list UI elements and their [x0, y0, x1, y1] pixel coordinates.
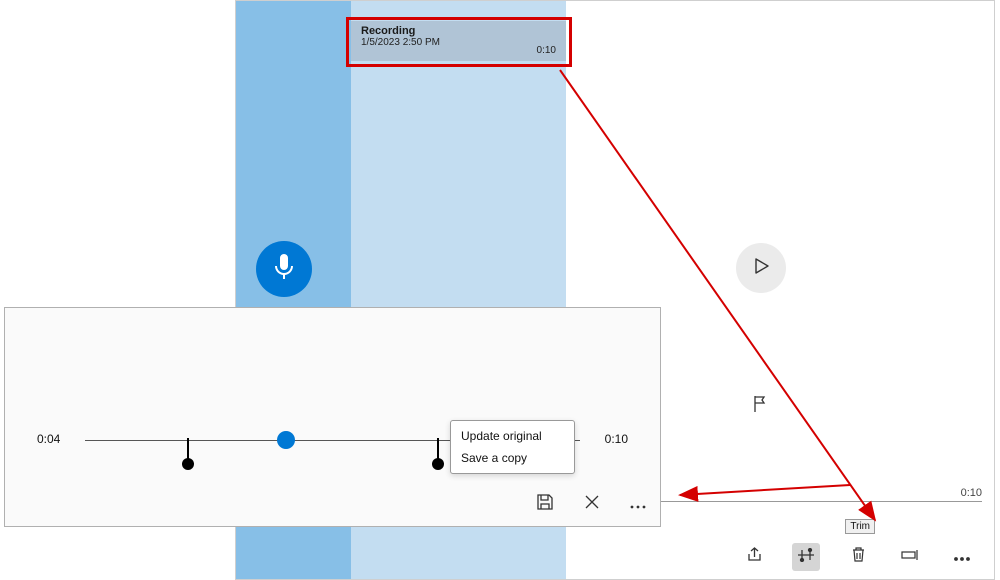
trim-button[interactable]	[792, 543, 820, 571]
trash-icon	[851, 546, 866, 568]
save-menu: Update original Save a copy	[450, 420, 575, 474]
trim-playhead[interactable]	[277, 431, 295, 449]
annotation-highlight-box	[346, 17, 572, 67]
trim-start-time: 0:04	[37, 432, 60, 446]
trim-editor-window: 0:04 0:10 Update original Save a copy	[4, 307, 661, 527]
share-button[interactable]	[740, 543, 768, 571]
close-icon	[584, 497, 600, 514]
playback-toolbar	[236, 535, 994, 579]
delete-button[interactable]	[844, 543, 872, 571]
menu-update-original[interactable]: Update original	[451, 425, 574, 447]
microphone-icon	[273, 253, 295, 286]
cancel-button[interactable]	[584, 494, 600, 515]
menu-save-copy[interactable]: Save a copy	[451, 447, 574, 469]
trim-toolbar	[536, 493, 646, 516]
flag-icon[interactable]	[752, 395, 768, 418]
save-icon	[536, 498, 554, 515]
share-icon	[746, 546, 763, 568]
rename-button[interactable]	[896, 543, 924, 571]
trim-end-time: 0:10	[605, 432, 628, 446]
play-button[interactable]	[736, 243, 786, 293]
trim-tooltip: Trim	[845, 519, 875, 534]
save-button[interactable]	[536, 493, 554, 516]
more-button[interactable]	[948, 543, 976, 571]
play-icon	[752, 257, 770, 280]
record-button[interactable]	[256, 241, 312, 297]
ellipsis-icon	[954, 548, 970, 566]
trim-end-handle[interactable]	[437, 438, 439, 460]
ellipsis-icon	[630, 496, 646, 513]
playback-duration: 0:10	[961, 487, 982, 499]
rename-icon	[901, 548, 919, 566]
trim-start-handle[interactable]	[187, 438, 189, 460]
trim-icon	[797, 548, 815, 567]
trim-more-button[interactable]	[630, 496, 646, 514]
